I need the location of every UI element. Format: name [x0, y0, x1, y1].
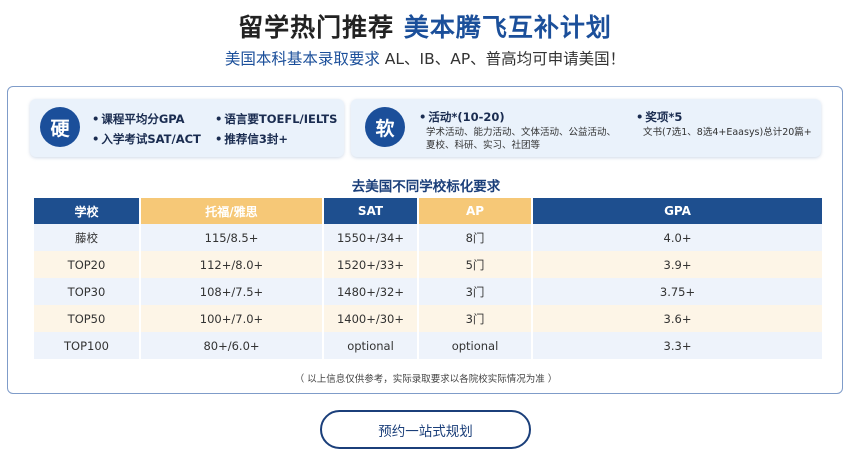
cell-ap: 8门: [419, 224, 531, 251]
cell-ap: optional: [419, 332, 531, 359]
cell-ap: 3门: [419, 278, 531, 305]
requirements-table: 学校 托福/雅思 SAT AP GPA 藤校 115/8.5+ 1550+/34…: [32, 198, 824, 359]
table-row: TOP30 108+/7.5+ 1480+/32+ 3门 3.75+: [34, 278, 822, 305]
title-program: 美本腾飞互补计划: [403, 13, 612, 42]
hard-item-sat-act: 入学考试SAT/ACT: [92, 131, 201, 147]
soft-award-detail: 文书(7选1、8选4+Eaasys)总计20篇+: [643, 127, 812, 138]
header-school: 学校: [34, 198, 139, 224]
table-row: TOP100 80+/6.0+ optional optional 3.3+: [34, 332, 822, 359]
cell-sat: 1480+/32+: [324, 278, 417, 305]
soft-activity-line1: 学术活动、能力活动、文体活动、公益活动、: [426, 127, 617, 138]
soft-requirements-card: 软 活动*(10-20) 学术活动、能力活动、文体活动、公益活动、 夏校、科研、…: [351, 99, 821, 157]
cell-gpa: 3.75+: [533, 278, 822, 305]
cell-toefl-ielts: 108+/7.5+: [141, 278, 322, 305]
table-row: TOP50 100+/7.0+ 1400+/30+ 3门 3.6+: [34, 305, 822, 332]
header-sat: SAT: [324, 198, 417, 224]
header-gpa: GPA: [533, 198, 822, 224]
table-header-row: 学校 托福/雅思 SAT AP GPA: [34, 198, 822, 224]
header-toefl-ielts: 托福/雅思: [141, 198, 322, 224]
soft-activity-title: 活动*(10-20): [419, 109, 504, 125]
hard-item-toefl-ielts: 语言要TOEFL/IELTS: [215, 111, 337, 127]
hard-item-recommendation: 推荐信3封+: [215, 131, 288, 147]
cell-sat: 1520+/33+: [324, 251, 417, 278]
cell-gpa: 3.6+: [533, 305, 822, 332]
disclaimer-note: （ 以上信息仅供参考，实际录取要求以各院校实际情况为准 ）: [294, 374, 558, 385]
soft-activity-line2: 夏校、科研、实习、社团等: [426, 140, 541, 151]
title-main: 留学热门推荐: [238, 13, 395, 42]
subtitle-highlight: 美国本科基本录取要求: [224, 50, 380, 68]
cell-toefl-ielts: 80+/6.0+: [141, 332, 322, 359]
table-row: 藤校 115/8.5+ 1550+/34+ 8门 4.0+: [34, 224, 822, 251]
table-row: TOP20 112+/8.0+ 1520+/33+ 5门 3.9+: [34, 251, 822, 278]
cell-school: TOP50: [34, 305, 139, 332]
page-subtitle: 美国本科基本录取要求 AL、IB、AP、普高均可申请美国！: [0, 47, 850, 69]
page-title: 留学热门推荐 美本腾飞互补计划: [0, 8, 850, 44]
book-planning-button[interactable]: 预约一站式规划: [320, 410, 531, 449]
cell-school: TOP100: [34, 332, 139, 359]
cell-school: TOP20: [34, 251, 139, 278]
soft-badge: 软: [365, 107, 405, 147]
hard-requirements-card: 硬 课程平均分GPA 入学考试SAT/ACT 语言要TOEFL/IELTS 推荐…: [30, 99, 344, 157]
cell-toefl-ielts: 112+/8.0+: [141, 251, 322, 278]
header-ap: AP: [419, 198, 531, 224]
cell-toefl-ielts: 100+/7.0+: [141, 305, 322, 332]
subtitle-rest: AL、IB、AP、普高均可申请美国！: [379, 50, 626, 68]
cell-gpa: 3.9+: [533, 251, 822, 278]
cell-gpa: 4.0+: [533, 224, 822, 251]
cell-gpa: 3.3+: [533, 332, 822, 359]
table-title: 去美国不同学校标化要求: [351, 179, 501, 195]
cell-ap: 3门: [419, 305, 531, 332]
cell-school: TOP30: [34, 278, 139, 305]
cell-school: 藤校: [34, 224, 139, 251]
hard-badge: 硬: [40, 107, 80, 147]
hard-item-gpa: 课程平均分GPA: [92, 111, 184, 127]
cell-sat: optional: [324, 332, 417, 359]
cell-ap: 5门: [419, 251, 531, 278]
cell-sat: 1400+/30+: [324, 305, 417, 332]
cell-toefl-ielts: 115/8.5+: [141, 224, 322, 251]
cell-sat: 1550+/34+: [324, 224, 417, 251]
soft-award-title: 奖项*5: [636, 109, 682, 125]
requirements-panel: 硬 课程平均分GPA 入学考试SAT/ACT 语言要TOEFL/IELTS 推荐…: [7, 86, 843, 394]
